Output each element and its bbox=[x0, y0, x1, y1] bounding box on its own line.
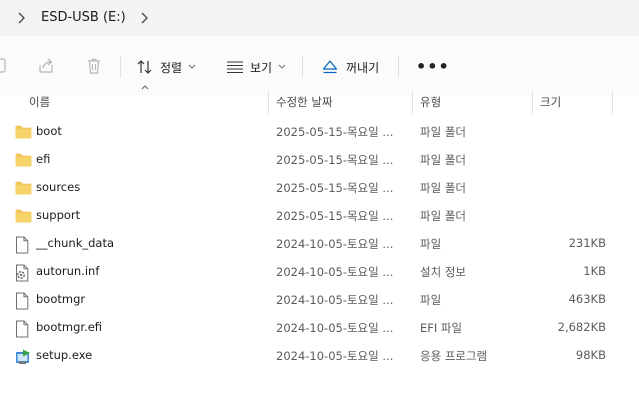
file-type: 파일 bbox=[420, 237, 442, 251]
settings-file-icon bbox=[15, 264, 29, 285]
chevron-right-icon[interactable] bbox=[16, 11, 26, 25]
file-name: bootmgr.efi bbox=[36, 320, 103, 334]
toolbar-divider bbox=[398, 56, 399, 78]
view-label: 보기 bbox=[250, 60, 273, 75]
file-row[interactable]: boot 2025-05-15-목요일 ... 파일 폴더 bbox=[0, 118, 639, 146]
file-name: boot bbox=[36, 124, 62, 138]
column-divider[interactable] bbox=[412, 90, 413, 114]
file-date: 2024-10-05-토요일 ... bbox=[276, 321, 394, 335]
file-type: 파일 폴더 bbox=[420, 209, 466, 223]
share-icon[interactable] bbox=[37, 57, 55, 75]
setup-exe-icon bbox=[15, 349, 31, 368]
file-date: 2025-05-15-목요일 ... bbox=[276, 125, 394, 139]
file-type: 파일 폴더 bbox=[420, 153, 466, 167]
file-date: 2025-05-15-목요일 ... bbox=[276, 153, 394, 167]
file-row[interactable]: sources 2025-05-15-목요일 ... 파일 폴더 bbox=[0, 174, 639, 202]
file-row[interactable]: efi 2025-05-15-목요일 ... 파일 폴더 bbox=[0, 146, 639, 174]
eject-icon bbox=[322, 60, 338, 74]
sort-label: 정렬 bbox=[160, 60, 183, 75]
file-date: 2025-05-15-목요일 ... bbox=[276, 181, 394, 195]
folder-icon bbox=[15, 181, 32, 198]
eject-button[interactable]: 꺼내기 bbox=[322, 56, 379, 78]
file-name: setup.exe bbox=[36, 348, 93, 362]
file-row[interactable]: setup.exe 2024-10-05-토요일 ... 응용 프로그램 98KB bbox=[0, 342, 639, 370]
column-divider[interactable] bbox=[268, 90, 269, 114]
chevron-down-icon bbox=[188, 64, 196, 69]
file-date: 2024-10-05-토요일 ... bbox=[276, 349, 394, 363]
file-icon bbox=[15, 292, 29, 313]
command-bar: 정렬 보기 꺼내기 ••• bbox=[0, 36, 639, 96]
sort-icon bbox=[137, 60, 152, 74]
file-size: 231KB bbox=[568, 236, 606, 250]
chevron-down-icon bbox=[278, 64, 286, 69]
more-options-button[interactable]: ••• bbox=[416, 59, 450, 75]
sort-button[interactable]: 정렬 bbox=[136, 56, 196, 78]
file-row[interactable]: bootmgr.efi 2024-10-05-토요일 ... EFI 파일 2,682… bbox=[0, 314, 639, 342]
toolbar-divider bbox=[120, 56, 121, 78]
file-size: 2,682KB bbox=[557, 320, 606, 334]
file-row[interactable]: support 2025-05-15-목요일 ... 파일 폴더 bbox=[0, 202, 639, 230]
file-row[interactable]: bootmgr 2024-10-05-토요일 ... 파일 463KB bbox=[0, 286, 639, 314]
file-name: support bbox=[36, 208, 81, 222]
column-divider[interactable] bbox=[532, 90, 533, 114]
file-date: 2024-10-05-토요일 ... bbox=[276, 265, 394, 279]
file-type: 설치 정보 bbox=[420, 265, 466, 279]
file-type: 파일 폴더 bbox=[420, 125, 466, 139]
file-type: EFI 파일 bbox=[420, 321, 463, 335]
delete-icon[interactable] bbox=[85, 57, 103, 75]
file-type: 응용 프로그램 bbox=[420, 349, 488, 363]
column-name[interactable]: 이름 bbox=[29, 94, 50, 110]
file-date: 2024-10-05-토요일 ... bbox=[276, 237, 394, 251]
eject-label: 꺼내기 bbox=[346, 60, 380, 75]
breadcrumb-drive[interactable]: ESD-USB (E:) bbox=[41, 10, 126, 25]
file-type: 파일 bbox=[420, 293, 442, 307]
file-date: 2025-05-15-목요일 ... bbox=[276, 209, 394, 223]
file-name: autorun.inf bbox=[36, 264, 100, 278]
folder-icon bbox=[15, 125, 32, 142]
file-name: efi bbox=[36, 152, 51, 166]
file-name: __chunk_data bbox=[36, 236, 115, 250]
file-date: 2024-10-05-토요일 ... bbox=[276, 293, 394, 307]
file-icon bbox=[15, 320, 29, 341]
file-size: 463KB bbox=[568, 292, 606, 306]
chevron-right-icon[interactable] bbox=[139, 11, 149, 25]
file-row[interactable]: autorun.inf 2024-10-05-토요일 ... 설치 정보 1KB bbox=[0, 258, 639, 286]
file-row[interactable]: __chunk_data 2024-10-05-토요일 ... 파일 231KB bbox=[0, 230, 639, 258]
file-icon bbox=[15, 236, 29, 257]
column-date[interactable]: 수정한 날짜 bbox=[276, 94, 333, 110]
folder-icon bbox=[15, 153, 32, 170]
column-size[interactable]: 크기 bbox=[540, 94, 561, 110]
view-button[interactable]: 보기 bbox=[226, 56, 286, 78]
file-name: bootmgr bbox=[36, 292, 86, 306]
column-header: 이름 수정한 날짜 유형 크기 bbox=[0, 88, 639, 116]
column-divider[interactable] bbox=[612, 90, 613, 114]
copy-icon[interactable] bbox=[0, 57, 8, 75]
column-type[interactable]: 유형 bbox=[420, 94, 441, 110]
file-name: sources bbox=[36, 180, 81, 194]
toolbar-divider bbox=[302, 56, 303, 78]
folder-icon bbox=[15, 209, 32, 226]
file-type: 파일 폴더 bbox=[420, 181, 466, 195]
file-size: 98KB bbox=[575, 348, 606, 362]
address-bar: ESD-USB (E:) bbox=[0, 0, 639, 36]
view-list-icon bbox=[227, 61, 243, 74]
file-size: 1KB bbox=[583, 264, 606, 278]
